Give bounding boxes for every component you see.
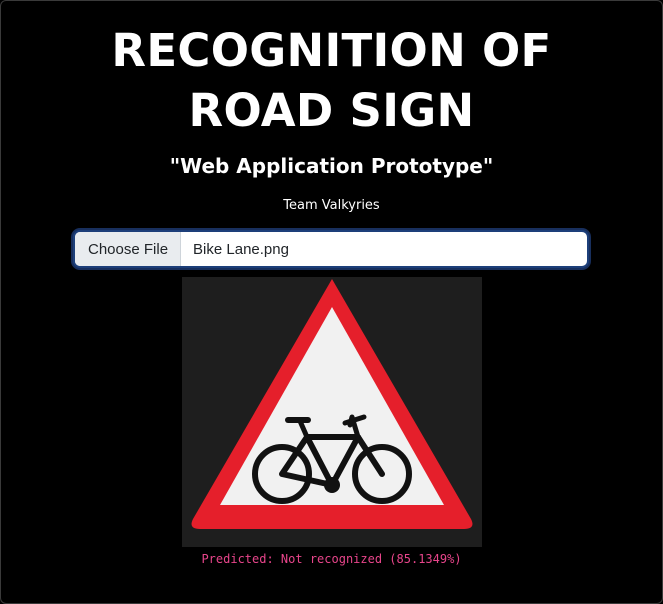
app-page: RECOGNITION OF ROAD SIGN "Web Applicatio… bbox=[0, 0, 663, 604]
page-subtitle: "Web Application Prototype" bbox=[169, 154, 494, 178]
prediction-result: Predicted: Not recognized (85.1349%) bbox=[201, 552, 462, 566]
page-title: RECOGNITION OF ROAD SIGN bbox=[1, 1, 662, 141]
bicycle-warning-sign-icon bbox=[182, 277, 482, 547]
file-upload-input[interactable]: Choose File Bike Lane.png bbox=[73, 230, 589, 268]
team-name: Team Valkyries bbox=[283, 198, 380, 213]
page-title-line-2: ROAD SIGN bbox=[188, 84, 475, 137]
selected-file-name: Bike Lane.png bbox=[193, 240, 289, 258]
page-title-line-1: RECOGNITION OF bbox=[111, 24, 552, 77]
choose-file-button[interactable]: Choose File bbox=[75, 232, 182, 266]
uploaded-image-preview bbox=[182, 277, 482, 547]
